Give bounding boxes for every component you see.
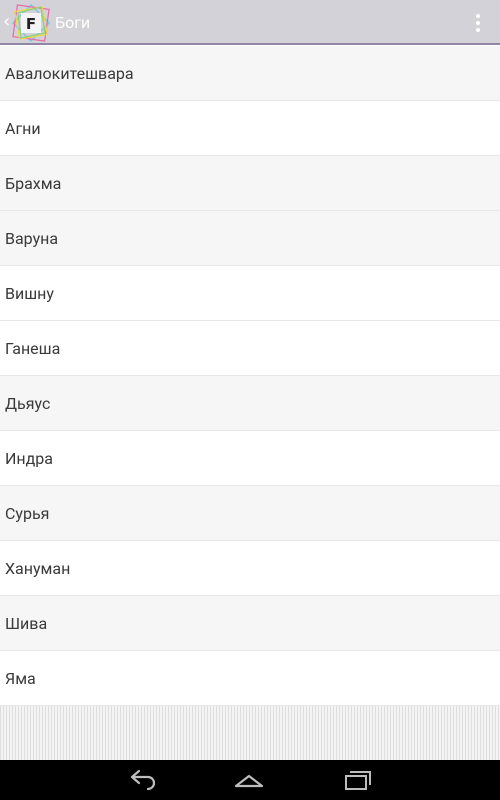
list-item[interactable]: Шива [0, 596, 500, 651]
home-icon[interactable] [234, 768, 264, 792]
list-item[interactable]: Вишну [0, 266, 500, 321]
list-item[interactable]: Варуна [0, 211, 500, 266]
list-item[interactable]: Агни [0, 101, 500, 156]
action-bar: ‹ F Боги [0, 0, 500, 45]
back-icon[interactable] [128, 768, 158, 792]
page-title: Боги [55, 13, 91, 32]
list-item[interactable]: Яма [0, 651, 500, 706]
list-item[interactable]: Авалокитешвара [0, 46, 500, 101]
list-item[interactable]: Хануман [0, 541, 500, 596]
gods-list: Авалокитешвара Агни Брахма Варуна Вишну … [0, 46, 500, 706]
list-item[interactable]: Ганеша [0, 321, 500, 376]
overflow-menu-icon[interactable] [474, 14, 482, 34]
app-logo-icon[interactable]: F [11, 3, 51, 43]
logo-letter: F [26, 15, 36, 33]
list-item[interactable]: Брахма [0, 156, 500, 211]
list-item[interactable]: Индра [0, 431, 500, 486]
list-item[interactable]: Дьяус [0, 376, 500, 431]
list-item[interactable]: Сурья [0, 486, 500, 541]
recent-apps-icon[interactable] [342, 768, 372, 792]
list-empty-area [0, 706, 500, 760]
system-navigation-bar [0, 760, 500, 800]
